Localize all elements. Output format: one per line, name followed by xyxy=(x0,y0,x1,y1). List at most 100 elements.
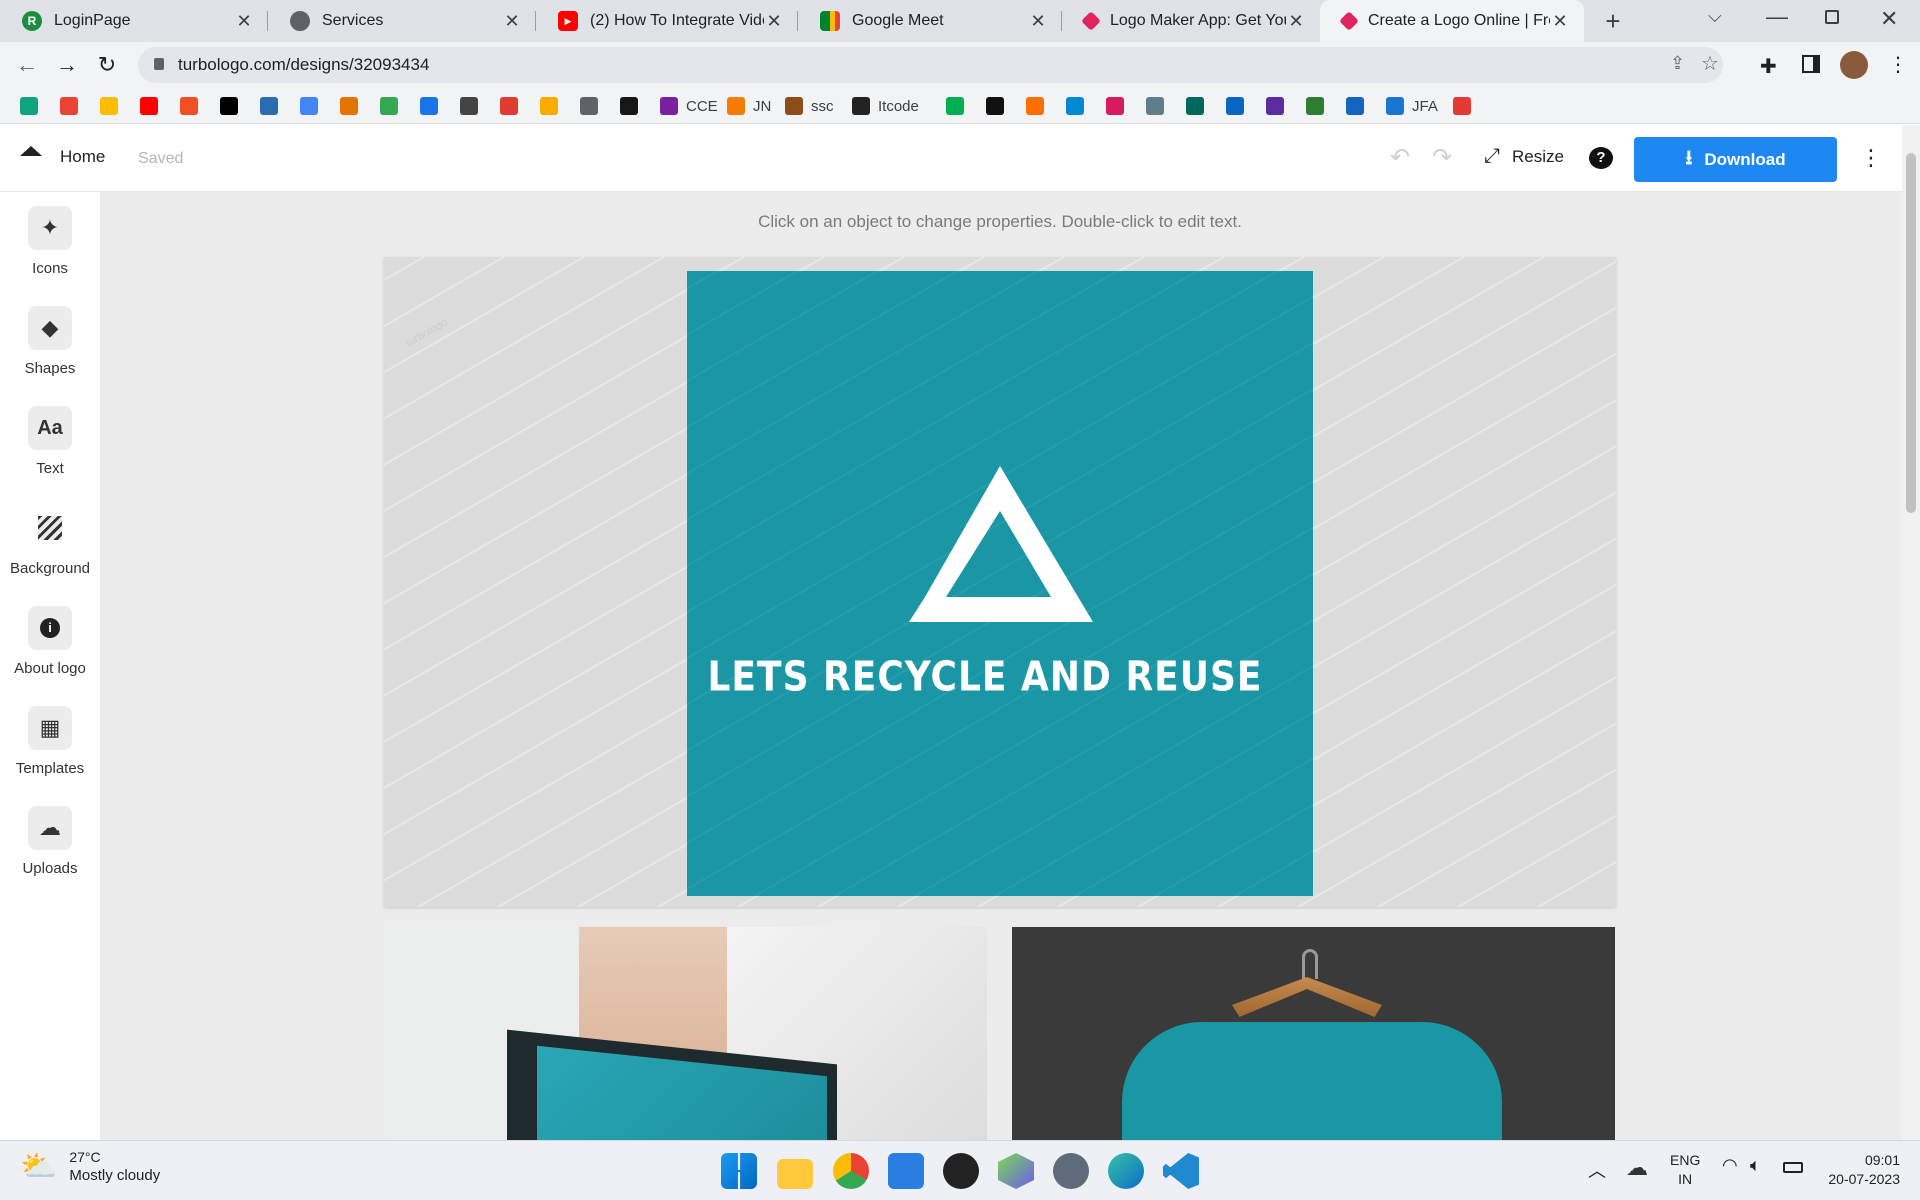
close-icon[interactable]: ✕ xyxy=(502,11,522,32)
bookmark-item[interactable] xyxy=(340,96,358,116)
store-icon[interactable] xyxy=(888,1153,924,1189)
battery-icon[interactable] xyxy=(1783,1162,1803,1173)
reload-button[interactable]: ↻ xyxy=(93,51,121,79)
bookmark-item[interactable] xyxy=(220,96,238,116)
logo-background[interactable]: LETS RECYCLE AND REUSE xyxy=(687,271,1313,896)
tab-search-icon[interactable]: ⌵ xyxy=(1708,6,1722,27)
bookmark-item[interactable] xyxy=(1306,96,1324,116)
show-hidden-icons[interactable]: ︿ xyxy=(1588,1157,1606,1183)
bookmark-item[interactable]: JN xyxy=(727,96,771,116)
bookmark-item[interactable] xyxy=(1266,96,1284,116)
bookmark-item[interactable] xyxy=(100,96,118,116)
bookmark-item[interactable] xyxy=(140,96,158,116)
forward-button[interactable]: → xyxy=(53,51,81,79)
bookmark-item[interactable] xyxy=(1146,96,1164,116)
page-scrollbar[interactable] xyxy=(1902,125,1920,1140)
bookmark-item[interactable] xyxy=(420,96,438,116)
address-bar[interactable]: turbologo.com/designs/32093434 ⇪ ☆ xyxy=(138,47,1723,83)
share-icon[interactable]: ⇪ xyxy=(1670,53,1685,74)
tab-services[interactable]: Services ✕ xyxy=(268,0,536,42)
logo-text[interactable]: LETS RECYCLE AND REUSE xyxy=(687,654,1283,701)
file-explorer-icon[interactable] xyxy=(777,1159,813,1189)
new-tab-button[interactable]: + xyxy=(1598,6,1628,36)
bookmark-item[interactable] xyxy=(1106,96,1124,116)
bookmark-item[interactable] xyxy=(1453,96,1471,116)
sidebar-item-about-logo[interactable]: i About logo xyxy=(0,606,100,677)
bookmark-item[interactable] xyxy=(60,96,78,116)
tab-youtube[interactable]: ▶ (2) How To Integrate Video ✕ xyxy=(536,0,798,42)
bookmark-item[interactable] xyxy=(986,96,1004,116)
mockup-tshirt-preview[interactable] xyxy=(1012,927,1615,1140)
chrome-icon[interactable] xyxy=(833,1153,869,1189)
back-button[interactable]: ← xyxy=(13,51,41,79)
home-link[interactable]: Home xyxy=(20,146,105,167)
avatar[interactable] xyxy=(1840,51,1868,79)
bookmark-item[interactable] xyxy=(300,96,318,116)
bookmark-item[interactable] xyxy=(540,96,558,116)
tab-create-logo[interactable]: Create a Logo Online | Free ✕ xyxy=(1320,0,1584,42)
settings-gear-icon[interactable] xyxy=(1053,1153,1089,1189)
close-icon[interactable]: ✕ xyxy=(1550,11,1570,32)
mockup-sign-preview[interactable] xyxy=(385,927,987,1140)
bookmark-item[interactable] xyxy=(460,96,478,116)
tab-logo-maker[interactable]: Logo Maker App: Get Your ✕ xyxy=(1062,0,1320,42)
weather-widget[interactable]: ⛅ 27°C Mostly cloudy xyxy=(20,1149,160,1184)
bookmark-item[interactable] xyxy=(380,96,398,116)
edge-icon[interactable] xyxy=(1108,1153,1144,1189)
sidebar-item-text[interactable]: Aa Text xyxy=(0,406,100,477)
lock-icon[interactable] xyxy=(154,58,164,70)
bookmark-item[interactable] xyxy=(1346,96,1364,116)
bookmark-item[interactable] xyxy=(946,96,964,116)
onedrive-icon[interactable]: ☁ xyxy=(1626,1155,1648,1181)
media-player-icon[interactable] xyxy=(943,1153,979,1189)
redo-icon[interactable]: ↷ xyxy=(1432,143,1452,172)
minimize-button[interactable]: — xyxy=(1766,4,1788,30)
resize-button[interactable]: ⤢ Resize xyxy=(1484,145,1564,168)
clock[interactable]: 09:01 20-07-2023 xyxy=(1818,1151,1900,1189)
close-icon[interactable]: ✕ xyxy=(1286,11,1306,32)
sidebar-item-icons[interactable]: ✦ Icons xyxy=(0,206,100,277)
volume-icon[interactable]: 🔈︎ xyxy=(1750,1155,1761,1176)
bookmark-star-icon[interactable]: ☆ xyxy=(1701,51,1719,76)
bookmark-item[interactable]: Itcode xyxy=(852,96,919,116)
bookmark-item[interactable]: JFA xyxy=(1386,96,1438,116)
start-button[interactable] xyxy=(721,1153,757,1189)
undo-icon[interactable]: ↶ xyxy=(1390,143,1410,172)
side-panel-icon[interactable] xyxy=(1802,55,1820,73)
close-icon[interactable]: ✕ xyxy=(1028,11,1048,32)
restore-button[interactable] xyxy=(1825,10,1839,24)
sidebar-item-templates[interactable]: ▦ Templates xyxy=(0,706,100,777)
close-window-button[interactable]: ✕ xyxy=(1880,6,1898,32)
bookmark-item[interactable] xyxy=(260,96,278,116)
bookmark-item[interactable] xyxy=(20,96,38,116)
more-options-icon[interactable]: ⋮ xyxy=(1860,145,1882,171)
close-icon[interactable]: ✕ xyxy=(764,11,784,32)
bookmark-item[interactable]: CCE xyxy=(660,96,718,116)
vscode-icon[interactable] xyxy=(1163,1153,1199,1189)
tab-google-meet[interactable]: Google Meet ✕ xyxy=(798,0,1062,42)
help-icon[interactable]: ? xyxy=(1589,147,1613,169)
sidebar-item-background[interactable]: Background xyxy=(0,506,100,577)
bookmark-item[interactable] xyxy=(580,96,598,116)
bookmark-item[interactable] xyxy=(1066,96,1084,116)
tab-loginpage[interactable]: R LoginPage ✕ xyxy=(0,0,268,42)
menu-kebab-icon[interactable]: ⋮ xyxy=(1888,52,1908,77)
scrollbar-thumb[interactable] xyxy=(1906,153,1916,513)
url-text[interactable]: turbologo.com/designs/32093434 xyxy=(178,55,429,75)
bookmark-item[interactable]: ssc xyxy=(785,96,834,116)
logo-board[interactable]: LETS RECYCLE AND REUSE turbologo xyxy=(384,257,1616,907)
bookmark-item[interactable] xyxy=(620,96,638,116)
bookmark-item[interactable] xyxy=(1226,96,1244,116)
close-icon[interactable]: ✕ xyxy=(234,11,254,32)
download-button[interactable]: ⭳ Download xyxy=(1634,137,1837,182)
bookmark-item[interactable] xyxy=(1186,96,1204,116)
triangle-logo-icon[interactable] xyxy=(907,466,1093,630)
wifi-icon[interactable]: ◠ xyxy=(1722,1155,1738,1176)
bookmark-item[interactable] xyxy=(180,96,198,116)
sidebar-item-uploads[interactable]: ☁ Uploads xyxy=(0,806,100,877)
bookmark-item[interactable] xyxy=(500,96,518,116)
sidebar-item-shapes[interactable]: ◆ Shapes xyxy=(0,306,100,377)
bookmark-item[interactable] xyxy=(1026,96,1044,116)
language-indicator[interactable]: ENG IN xyxy=(1670,1151,1700,1189)
extensions-icon[interactable]: ✚ xyxy=(1760,54,1777,79)
